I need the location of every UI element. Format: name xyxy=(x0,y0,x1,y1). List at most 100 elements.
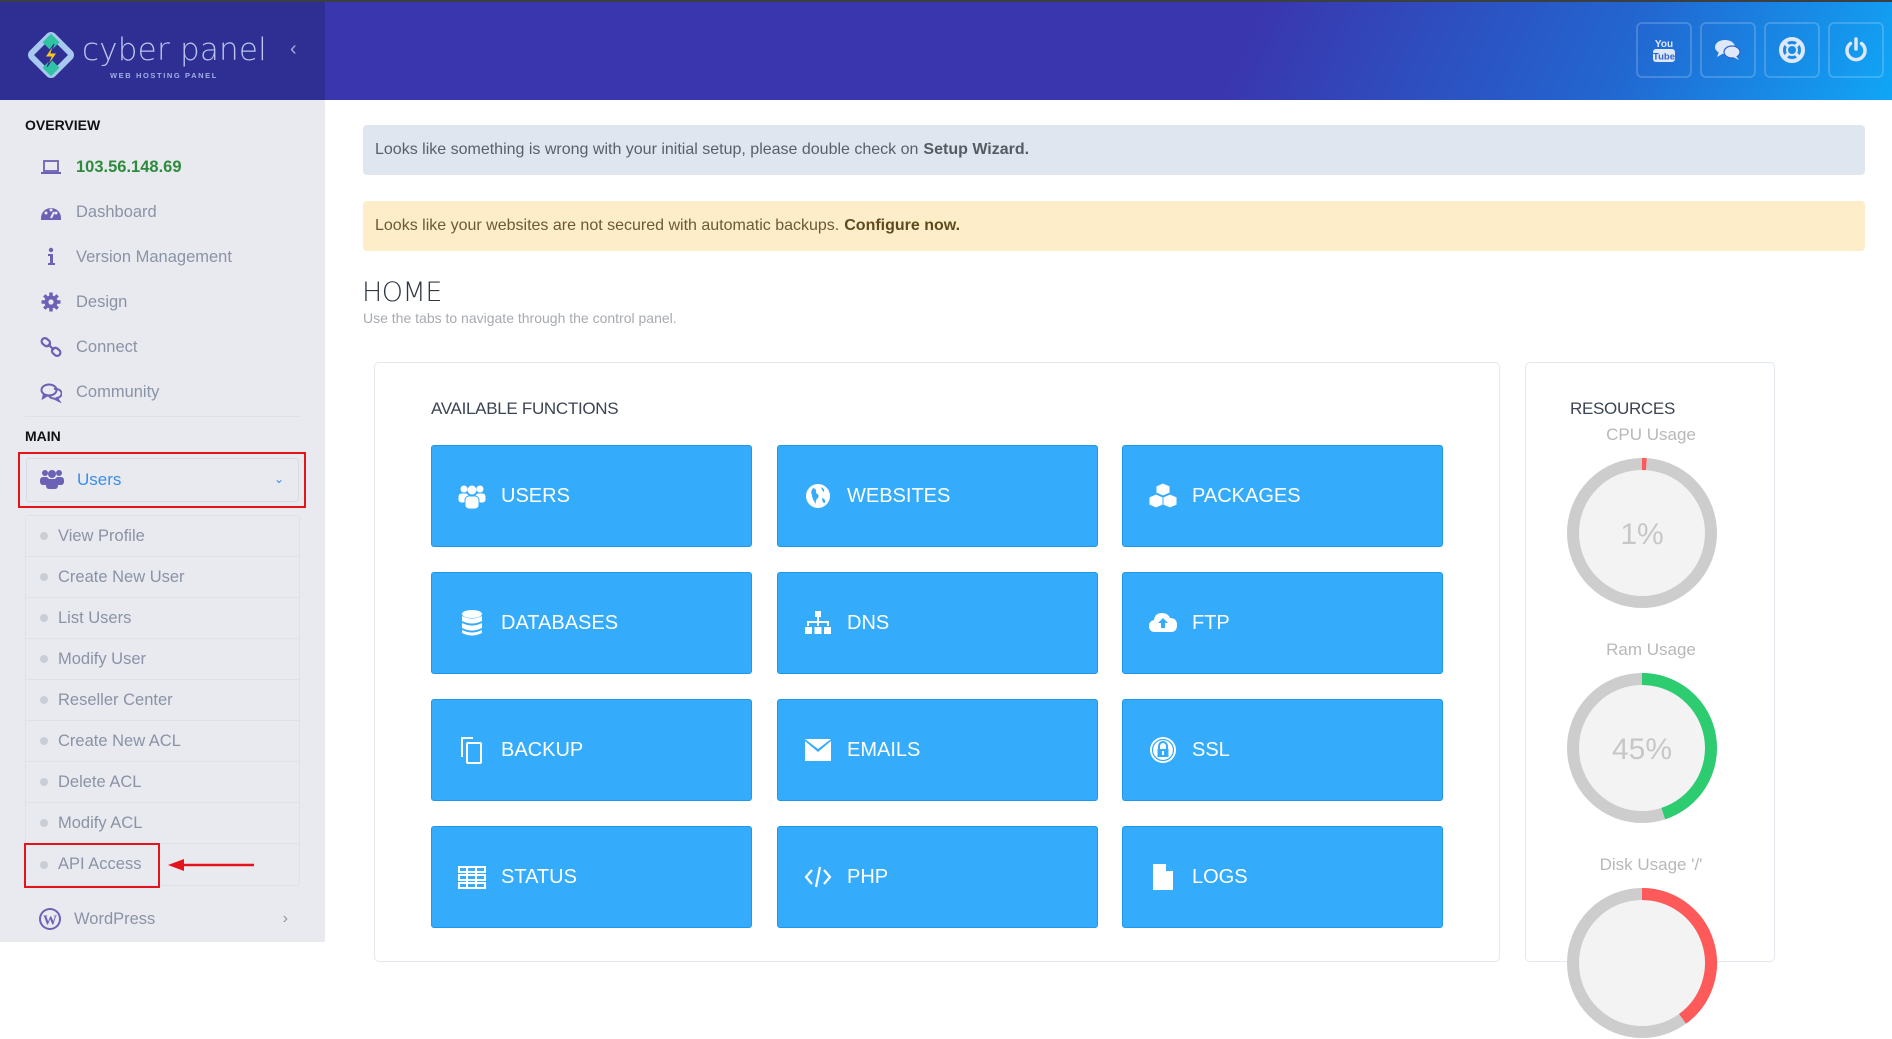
configure-now-link[interactable]: Configure now. xyxy=(844,217,960,235)
copy-icon xyxy=(457,735,487,765)
tile-status[interactable]: STATUS xyxy=(431,826,752,928)
wordpress-label: WordPress xyxy=(74,910,155,929)
bullet-icon xyxy=(40,532,48,540)
tile-databases[interactable]: DATABASES xyxy=(431,572,752,674)
disk-usage-label: Disk Usage '/' xyxy=(1526,855,1776,875)
cpu-usage-label: CPU Usage xyxy=(1526,425,1776,445)
submenu-modify-user[interactable]: Modify User xyxy=(26,639,299,680)
gear-icon xyxy=(40,291,62,313)
tile-logs-label: LOGS xyxy=(1192,866,1248,889)
lock-icon xyxy=(1148,735,1178,765)
page-title: HOME xyxy=(362,277,442,308)
cubes-icon xyxy=(1148,481,1178,511)
brand-name: cyber panel xyxy=(82,32,267,68)
tile-dns-label: DNS xyxy=(847,612,889,635)
submenu-create-new-acl[interactable]: Create New ACL xyxy=(26,721,299,762)
sidebar-item-server-ip[interactable]: 103.56.148.69 xyxy=(38,155,182,179)
cpu-usage-value: 1% xyxy=(1620,518,1663,551)
submenu-list-users[interactable]: List Users xyxy=(26,598,299,639)
sidebar-item-design[interactable]: Design xyxy=(38,290,127,314)
header: cyber panel WEB HOSTING PANEL ‹ You Tube xyxy=(0,2,1892,100)
ram-usage-value: 45% xyxy=(1612,733,1672,766)
tile-websites[interactable]: WEBSITES xyxy=(777,445,1098,547)
tile-ssl[interactable]: SSL xyxy=(1122,699,1443,801)
sidebar-item-connect[interactable]: Connect xyxy=(38,335,137,359)
sidebar-divider xyxy=(25,416,300,417)
available-functions-panel: AVAILABLE FUNCTIONS USERS WEBSITES PACKA… xyxy=(374,362,1500,962)
logout-button[interactable] xyxy=(1828,22,1884,78)
backup-alert-text: Looks like your websites are not secured… xyxy=(375,217,839,235)
tile-dns[interactable]: DNS xyxy=(777,572,1098,674)
laptop-icon xyxy=(40,156,62,178)
tile-users-label: USERS xyxy=(501,485,570,508)
link-icon xyxy=(40,336,62,358)
sidebar-item-wordpress[interactable]: W WordPress › xyxy=(38,907,288,931)
setup-wizard-link[interactable]: Setup Wizard. xyxy=(923,141,1029,159)
submenu-create-new-user[interactable]: Create New User xyxy=(26,557,299,598)
bullet-icon xyxy=(40,819,48,827)
sitemap-icon xyxy=(803,608,833,638)
chevron-right-icon: › xyxy=(283,910,288,928)
sidebar-item-community[interactable]: Community xyxy=(38,380,159,404)
submenu-delete-acl[interactable]: Delete ACL xyxy=(26,762,299,803)
ram-usage-label: Ram Usage xyxy=(1526,640,1776,660)
design-label: Design xyxy=(76,293,127,312)
sidebar-item-version-management[interactable]: Version Management xyxy=(38,245,232,269)
annotation-arrow-icon xyxy=(168,857,258,873)
svg-text:W: W xyxy=(43,914,57,929)
users-submenu: View Profile Create New User List Users … xyxy=(25,515,300,886)
tile-emails[interactable]: EMAILS xyxy=(777,699,1098,801)
brand-area: cyber panel WEB HOSTING PANEL ‹ xyxy=(0,2,325,100)
server-icon xyxy=(457,862,487,892)
bullet-icon xyxy=(40,696,48,704)
page-subtitle: Use the tabs to navigate through the con… xyxy=(363,310,677,326)
tile-packages[interactable]: PACKAGES xyxy=(1122,445,1443,547)
comments-icon xyxy=(40,381,62,403)
youtube-button[interactable]: You Tube xyxy=(1636,22,1692,78)
file-icon xyxy=(1148,862,1178,892)
setup-alert: Looks like something is wrong with your … xyxy=(363,125,1865,175)
resources-panel: RESOURCES CPU Usage 1% Ram Usage 45% Dis… xyxy=(1525,362,1775,962)
dashboard-label: Dashboard xyxy=(76,203,157,222)
globe-icon xyxy=(803,481,833,511)
svg-text:Tube: Tube xyxy=(1653,52,1675,63)
info-icon xyxy=(40,246,62,268)
life-ring-icon xyxy=(1777,35,1807,65)
comments-icon xyxy=(1713,35,1743,65)
community-chat-button[interactable] xyxy=(1700,22,1756,78)
bullet-icon xyxy=(40,778,48,786)
resources-title: RESOURCES xyxy=(1570,399,1675,419)
cyberpanel-logo-icon[interactable] xyxy=(28,32,74,78)
overview-section-title: OVERVIEW xyxy=(25,117,100,133)
users-highlight-box xyxy=(18,452,306,508)
tile-backup[interactable]: BACKUP xyxy=(431,699,752,801)
tile-ftp[interactable]: FTP xyxy=(1122,572,1443,674)
submenu-view-profile[interactable]: View Profile xyxy=(26,516,299,557)
tile-php[interactable]: PHP xyxy=(777,826,1098,928)
tile-packages-label: PACKAGES xyxy=(1192,485,1301,508)
submenu-reseller-center[interactable]: Reseller Center xyxy=(26,680,299,721)
bullet-icon xyxy=(40,573,48,581)
bullet-icon xyxy=(40,655,48,663)
api-access-highlight-box xyxy=(24,843,160,888)
version-management-label: Version Management xyxy=(76,248,232,267)
tile-emails-label: EMAILS xyxy=(847,739,920,762)
tile-backup-label: BACKUP xyxy=(501,739,583,762)
tile-users[interactable]: USERS xyxy=(431,445,752,547)
topbar: You Tube xyxy=(325,2,1892,100)
database-icon xyxy=(457,608,487,638)
chevron-left-icon[interactable]: ‹ xyxy=(290,38,297,61)
disk-usage-gauge xyxy=(1566,887,1718,1039)
wordpress-icon: W xyxy=(38,907,62,931)
support-button[interactable] xyxy=(1764,22,1820,78)
youtube-icon: You Tube xyxy=(1649,35,1679,65)
ram-usage-gauge: 45% xyxy=(1566,672,1718,824)
tile-websites-label: WEBSITES xyxy=(847,485,950,508)
tile-logs[interactable]: LOGS xyxy=(1122,826,1443,928)
dashboard-icon xyxy=(40,201,62,223)
envelope-icon xyxy=(803,735,833,765)
submenu-modify-acl[interactable]: Modify ACL xyxy=(26,803,299,844)
sidebar-item-dashboard[interactable]: Dashboard xyxy=(38,200,157,224)
users-icon xyxy=(457,481,487,511)
cloud-upload-icon xyxy=(1148,608,1178,638)
